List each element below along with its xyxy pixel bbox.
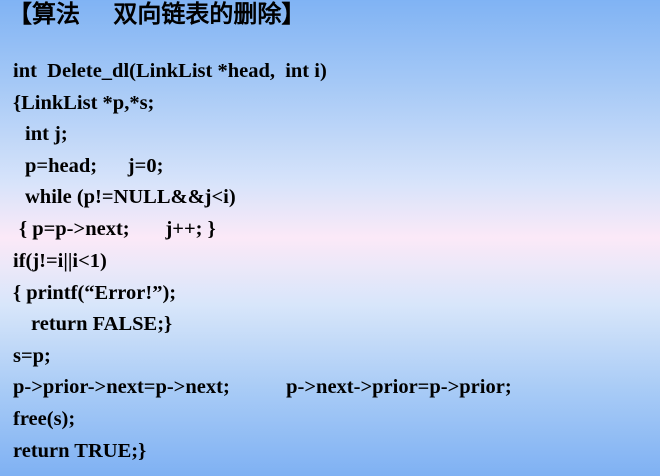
- code-line-free: free(s);: [13, 408, 76, 430]
- code-line-loop-body: { p=p->next; j++; }: [19, 218, 216, 240]
- code-line-printf: { printf(“Error!”);: [13, 282, 177, 304]
- code-line-assign-s: s=p;: [13, 345, 51, 367]
- code-line-return-true: return TRUE;}: [13, 440, 147, 462]
- code-line-function-signature: int Delete_dl(LinkList *head, int i): [13, 60, 327, 82]
- slide-title: 【算法 双向链表的删除】: [8, 0, 306, 28]
- code-line-return-false: return FALSE;}: [31, 313, 173, 335]
- code-line-while: while (p!=NULL&&j<i): [25, 186, 236, 208]
- code-line-declarations: {LinkList *p,*s;: [13, 92, 155, 114]
- code-line-relink: p->prior->next=p->next; p->next->prior=p…: [13, 376, 512, 398]
- code-line-int-j: int j;: [25, 123, 68, 145]
- code-line-if: if(j!=i||i<1): [13, 250, 107, 272]
- code-line-init: p=head; j=0;: [25, 155, 164, 177]
- slide: { "title": "【算法 双向链表的删除】", "code": [ "in…: [0, 0, 660, 476]
